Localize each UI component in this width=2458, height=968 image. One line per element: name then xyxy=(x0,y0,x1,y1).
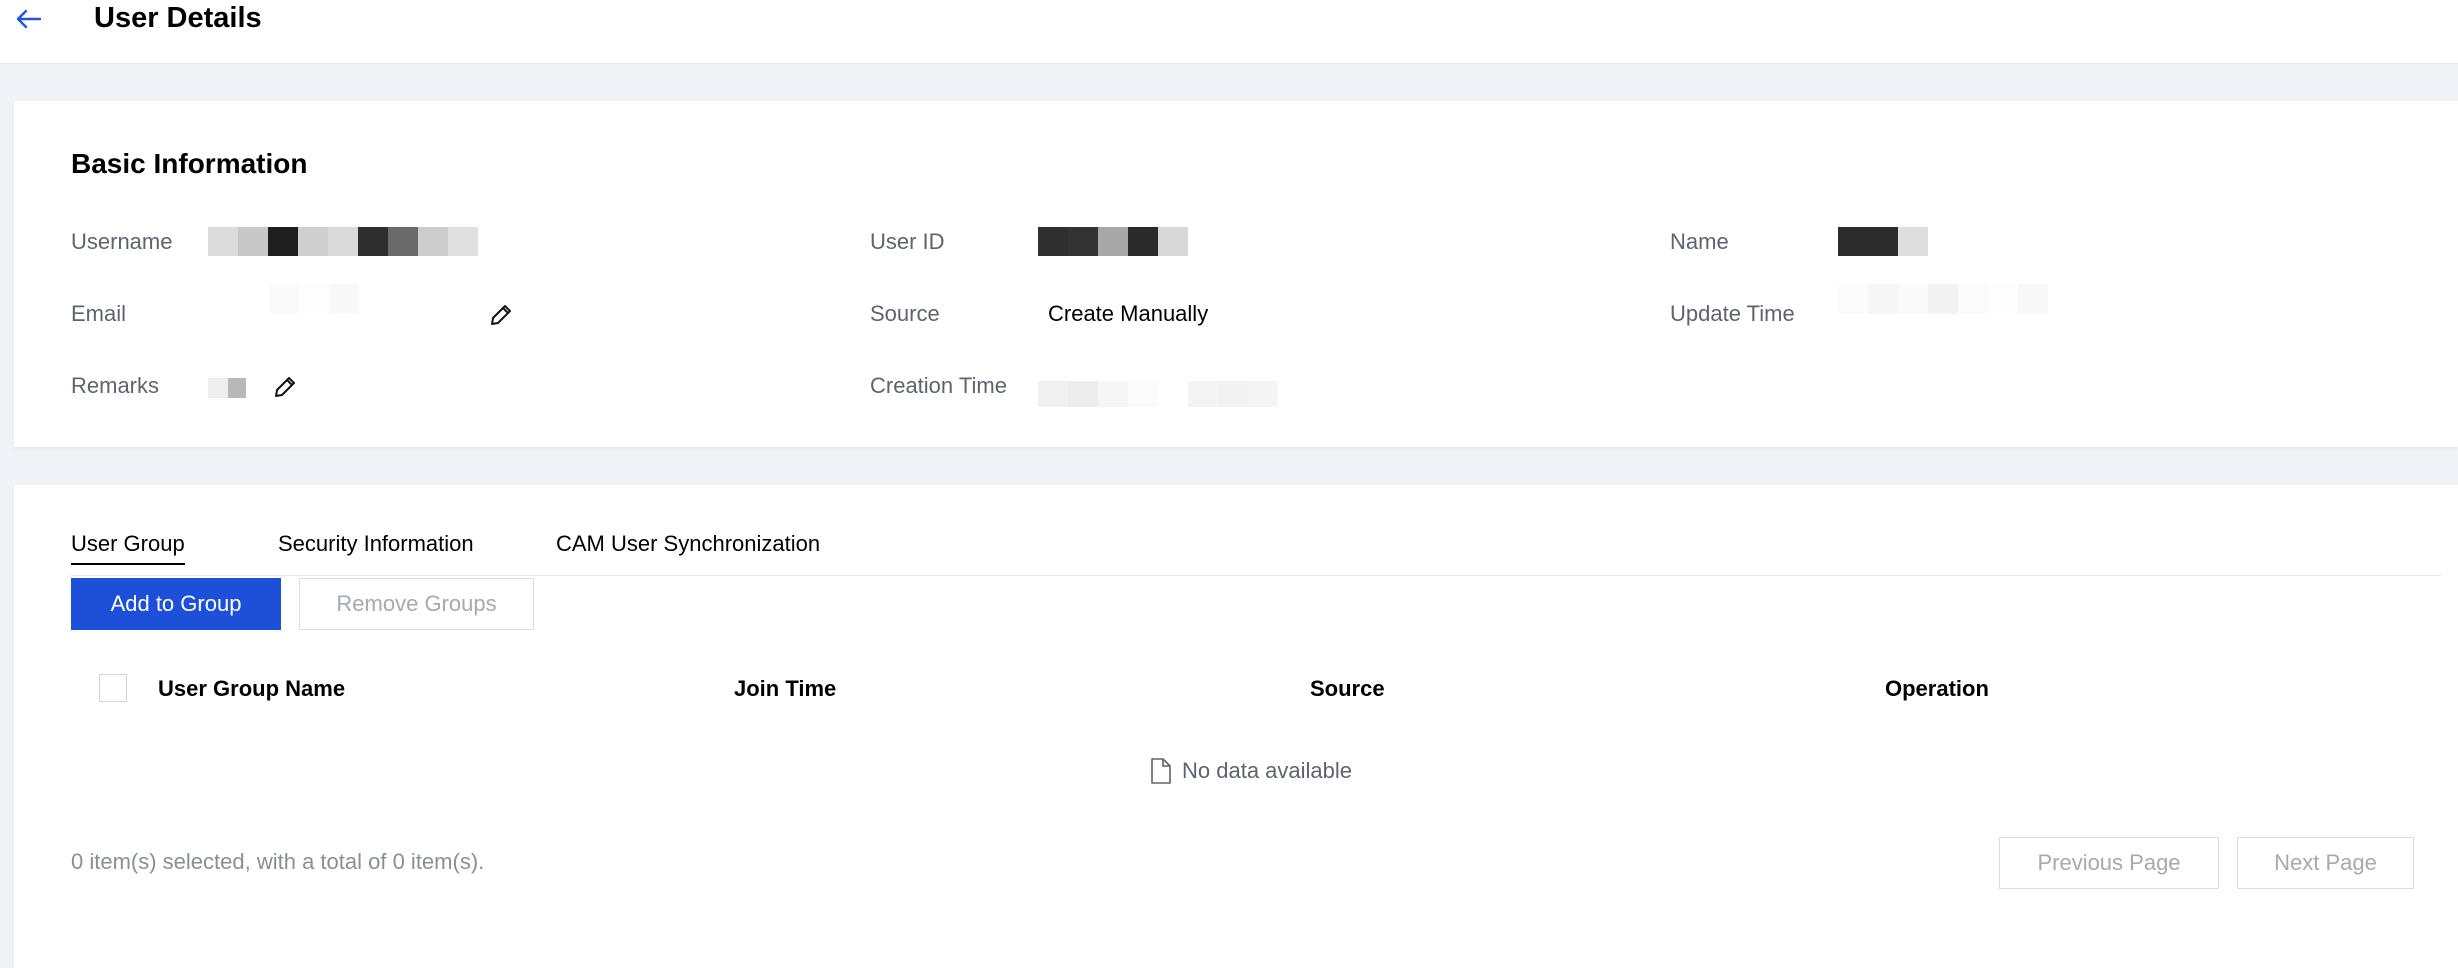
remarks-value-redacted xyxy=(208,378,246,398)
selection-summary: 0 item(s) selected, with a total of 0 it… xyxy=(71,849,485,874)
column-user-group-name: User Group Name xyxy=(158,676,346,701)
update-time-value-redacted xyxy=(1838,284,2048,314)
column-operation: Operation xyxy=(1885,676,1989,701)
basic-information-card: Basic Information Username Email Remarks… xyxy=(14,101,2458,447)
email-value-redacted xyxy=(269,284,359,313)
page-title: User Details xyxy=(94,2,262,34)
tab-bar: User Group Security Information CAM User… xyxy=(71,527,2441,576)
tab-cam-user-synchronization[interactable]: CAM User Synchronization xyxy=(556,531,820,563)
creation-time-label: Creation Time xyxy=(870,373,1007,398)
user-id-value-redacted xyxy=(1038,227,1188,256)
creation-time-value-redacted xyxy=(1038,381,1278,407)
section-title: Basic Information xyxy=(71,148,308,179)
add-to-group-button[interactable]: Add to Group xyxy=(71,578,281,630)
empty-text: No data available xyxy=(1182,758,1353,783)
email-label: Email xyxy=(71,301,127,326)
tab-user-group[interactable]: User Group xyxy=(71,531,185,565)
remove-groups-button[interactable]: Remove Groups xyxy=(299,578,534,630)
source-value: Create Manually xyxy=(1048,301,1209,326)
column-source: Source xyxy=(1310,676,1385,701)
update-time-label: Update Time xyxy=(1670,301,1795,326)
remarks-label: Remarks xyxy=(71,373,160,398)
pencil-icon[interactable] xyxy=(488,302,514,328)
pencil-icon[interactable] xyxy=(272,374,298,400)
select-all-checkbox[interactable] xyxy=(99,674,127,702)
page-header: User Details xyxy=(0,0,2458,64)
user-group-card: User Group Security Information CAM User… xyxy=(14,485,2458,968)
username-value-redacted xyxy=(208,227,478,256)
next-page-button[interactable]: Next Page xyxy=(2237,837,2414,889)
arrow-left-icon xyxy=(16,9,42,29)
tab-security-information[interactable]: Security Information xyxy=(278,531,474,563)
back-button[interactable] xyxy=(12,5,44,33)
name-label: Name xyxy=(1670,229,1729,254)
user-id-label: User ID xyxy=(870,229,945,254)
document-icon xyxy=(1151,758,1171,784)
empty-state: No data available xyxy=(1150,758,1352,784)
column-join-time: Join Time xyxy=(734,676,837,701)
username-label: Username xyxy=(71,229,173,254)
source-label: Source xyxy=(870,301,940,326)
previous-page-button[interactable]: Previous Page xyxy=(1999,837,2219,889)
name-value-redacted xyxy=(1838,227,1928,256)
